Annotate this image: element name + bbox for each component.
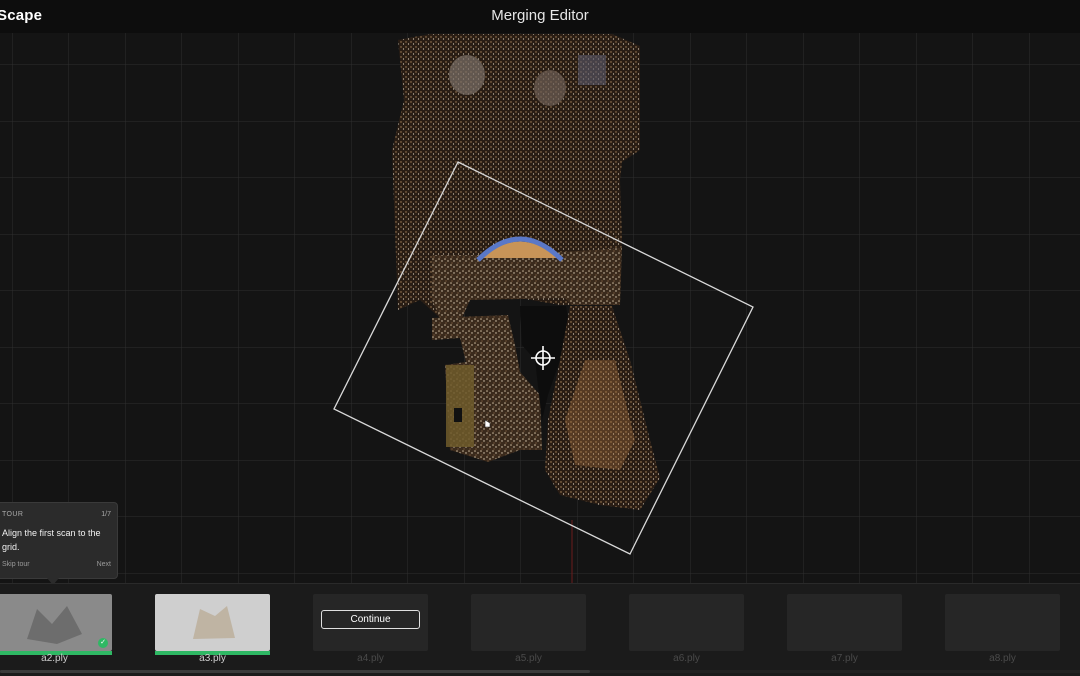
tour-next-link[interactable]: Next [97, 561, 111, 568]
merge-viewport[interactable] [0, 33, 1080, 583]
scan-thumb-a5[interactable] [471, 594, 586, 651]
scan-thumb-a3[interactable] [155, 594, 270, 655]
skip-tour-link[interactable]: Skip tour [2, 561, 30, 568]
scan-thumb-a6[interactable] [629, 594, 744, 651]
scan-label: a4.ply [357, 653, 384, 664]
scan-preview [193, 606, 235, 639]
scrollbar[interactable] [0, 670, 1080, 673]
page-title: Merging Editor [491, 7, 589, 24]
scan-thumb-a2[interactable]: ✓ [0, 594, 112, 655]
scan-label: a3.ply [199, 653, 226, 664]
scan-label: a5.ply [515, 653, 542, 664]
scan-thumb-a4[interactable]: Continue [313, 594, 428, 651]
tour-label: TOUR [2, 511, 24, 518]
continue-button[interactable]: Continue [321, 610, 420, 629]
check-icon: ✓ [98, 638, 108, 648]
scan-thumb-a8[interactable] [945, 594, 1060, 651]
scan-label: a6.ply [673, 653, 700, 664]
tour-message: Align the first scan to the grid. [2, 528, 101, 552]
scan-label: a8.ply [989, 653, 1016, 664]
top-bar: Scape Merging Editor [0, 0, 1080, 34]
scrollbar-thumb[interactable] [0, 670, 590, 673]
tour-step-count: 1/7 [101, 511, 111, 518]
scan-thumb-a7[interactable] [787, 594, 902, 651]
scan-label: a7.ply [831, 653, 858, 664]
scan-strip: ✓ a2.ply a3.ply Continue a4.ply a5.ply a… [0, 583, 1080, 676]
scan-label: a2.ply [41, 653, 68, 664]
grid-canvas[interactable] [0, 33, 1080, 583]
scan-preview [27, 606, 82, 644]
tour-tooltip: TOUR 1/7 Align the first scan to the gri… [0, 502, 118, 585]
